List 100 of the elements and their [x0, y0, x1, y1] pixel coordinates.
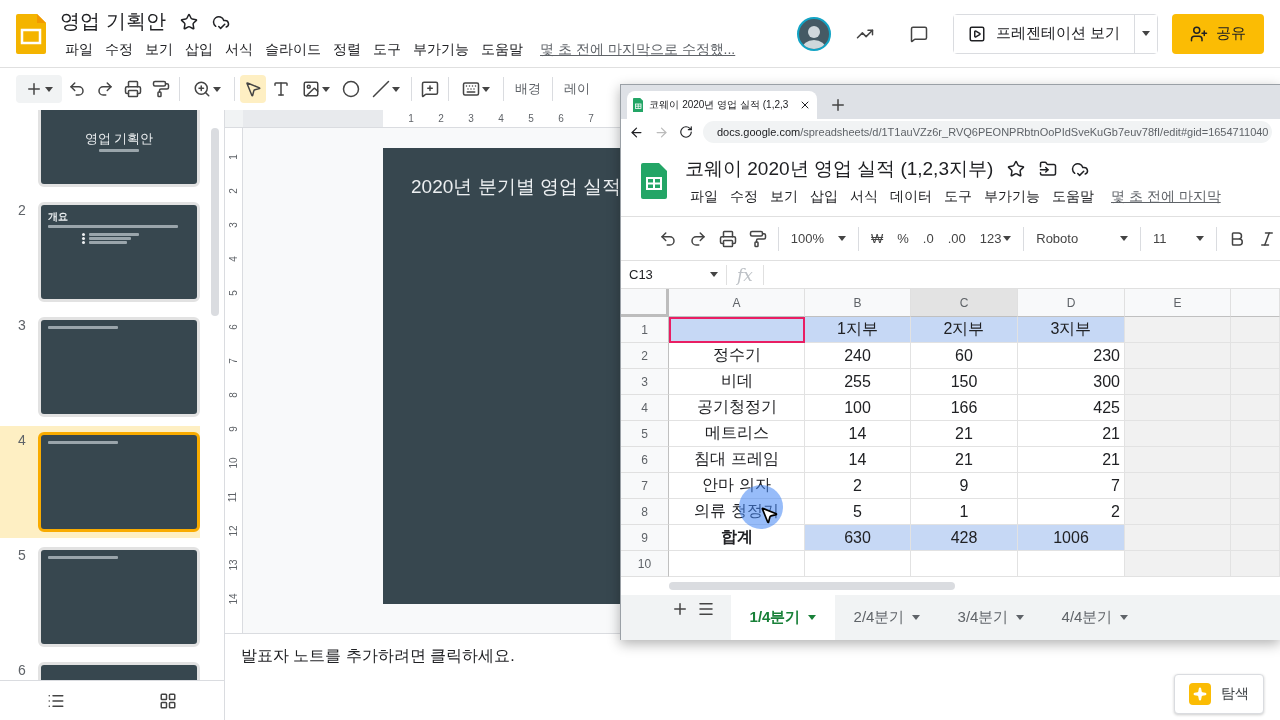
menu-item[interactable]: 수정	[100, 41, 138, 59]
menu-item[interactable]: 삽입	[805, 187, 843, 206]
slide-thumbnail[interactable]	[38, 432, 200, 532]
table-cell[interactable]	[911, 551, 1018, 577]
slide-title[interactable]: 2020년 분기별 영업 실적	[411, 176, 622, 197]
table-cell[interactable]: 공기청정기	[669, 395, 805, 421]
table-cell[interactable]: 630	[805, 525, 911, 551]
slide-thumbnail[interactable]	[38, 547, 200, 647]
table-cell[interactable]	[1125, 499, 1231, 525]
menu-item[interactable]: 부가기능	[979, 187, 1045, 206]
table-cell[interactable]	[1231, 317, 1280, 343]
table-cell[interactable]: 비데	[669, 369, 805, 395]
table-cell[interactable]: 255	[805, 369, 911, 395]
table-cell[interactable]: 60	[911, 343, 1018, 369]
menu-item[interactable]: 부가기능	[408, 41, 474, 59]
menu-item[interactable]: 파일	[60, 41, 98, 59]
slide-thumbnail[interactable]: 영업 기획안	[38, 110, 200, 187]
table-cell[interactable]: 2	[1018, 499, 1125, 525]
sheet-tab[interactable]: 2/4분기	[835, 595, 939, 640]
menu-item[interactable]: 보기	[765, 187, 803, 206]
row-header[interactable]: 6	[621, 447, 669, 473]
column-header[interactable]: B	[805, 289, 911, 317]
number-format-button[interactable]: 123	[974, 224, 1017, 253]
menu-item[interactable]: 서식	[220, 41, 258, 59]
table-cell[interactable]	[1018, 551, 1125, 577]
menu-item[interactable]: 정렬	[328, 41, 366, 59]
table-cell[interactable]	[1125, 525, 1231, 551]
slide-thumbnail[interactable]	[38, 317, 200, 417]
table-cell[interactable]	[1125, 447, 1231, 473]
new-slide-button[interactable]	[16, 75, 62, 103]
scrollbar[interactable]	[669, 582, 955, 590]
table-cell[interactable]: 2지부	[911, 317, 1018, 343]
menu-item[interactable]: 파일	[685, 187, 723, 206]
table-cell[interactable]: 3지부	[1018, 317, 1125, 343]
table-cell[interactable]: 정수기	[669, 343, 805, 369]
table-cell[interactable]: 240	[805, 343, 911, 369]
row-header[interactable]: 4	[621, 395, 669, 421]
increase-decimal-button[interactable]: .00	[942, 224, 971, 253]
table-cell[interactable]: 230	[1018, 343, 1125, 369]
share-button[interactable]: 공유	[1172, 13, 1264, 54]
menu-item[interactable]: 도움말	[476, 41, 528, 59]
table-cell[interactable]	[1125, 317, 1231, 343]
sheet-tab[interactable]: 4/4분기	[1043, 595, 1147, 640]
table-cell[interactable]	[669, 317, 805, 343]
menu-item[interactable]: 도움말	[1047, 187, 1099, 206]
avatar[interactable]	[796, 16, 831, 51]
menu-item[interactable]: 도구	[368, 41, 406, 59]
spreadsheet-title[interactable]: 코웨이 2020년 영업 실적 (1,2,3지부)	[685, 155, 994, 182]
row-header[interactable]: 2	[621, 343, 669, 369]
table-cell[interactable]: 21	[911, 421, 1018, 447]
table-cell[interactable]	[669, 551, 805, 577]
table-cell[interactable]: 150	[911, 369, 1018, 395]
row-header[interactable]: 3	[621, 369, 669, 395]
address-bar[interactable]: docs.google.com/spreadsheets/d/1T1auVZz6r_RVQ6PEONPRbtnOoPIdSveKuGb7euv78fI/edit#gid=1654711040	[703, 121, 1272, 143]
table-cell[interactable]: 합계	[669, 525, 805, 551]
table-cell[interactable]: 침대 프레임	[669, 447, 805, 473]
table-cell[interactable]: 428	[911, 525, 1018, 551]
table-cell[interactable]	[1125, 395, 1231, 421]
row-header[interactable]: 7	[621, 473, 669, 499]
menu-item[interactable]: 도구	[939, 187, 977, 206]
font-size-select[interactable]: 11	[1148, 224, 1210, 253]
percent-button[interactable]: %	[892, 224, 914, 253]
table-cell[interactable]: 21	[1018, 421, 1125, 447]
zoom-select[interactable]: 100%	[785, 224, 852, 253]
table-cell[interactable]	[1125, 369, 1231, 395]
table-cell[interactable]: 5	[805, 499, 911, 525]
name-box[interactable]: C13	[621, 264, 727, 285]
table-cell[interactable]: 1	[911, 499, 1018, 525]
row-header[interactable]: 9	[621, 525, 669, 551]
table-cell[interactable]: 14	[805, 447, 911, 473]
background-button[interactable]: 배경	[509, 80, 547, 98]
column-header[interactable]: C	[911, 289, 1018, 317]
table-cell[interactable]: 300	[1018, 369, 1125, 395]
explore-button[interactable]: 탐색	[1174, 674, 1264, 714]
table-cell[interactable]	[1125, 473, 1231, 499]
row-header[interactable]: 8	[621, 499, 669, 525]
row-header[interactable]: 10	[621, 551, 669, 577]
sheet-tab[interactable]: 3/4분기	[939, 595, 1043, 640]
table-cell[interactable]: 166	[911, 395, 1018, 421]
table-cell[interactable]: 1지부	[805, 317, 911, 343]
column-header[interactable]: D	[1018, 289, 1125, 317]
font-select[interactable]: Roboto	[1031, 224, 1134, 253]
sheet-tab[interactable]: 1/4분기	[731, 595, 835, 640]
menu-item[interactable]: 보기	[140, 41, 178, 59]
menu-item[interactable]: 서식	[845, 187, 883, 206]
table-cell[interactable]	[1125, 421, 1231, 447]
browser-tab[interactable]: 코웨이 2020년 영업 실적 (1,2,3	[627, 91, 817, 119]
menu-item[interactable]: 삽입	[180, 41, 218, 59]
scrollbar[interactable]	[211, 128, 219, 316]
table-cell[interactable]: 7	[1018, 473, 1125, 499]
table-cell[interactable]: 메트리스	[669, 421, 805, 447]
last-edit-link[interactable]: 몇 초 전에 마지막	[1111, 187, 1221, 206]
table-cell[interactable]: 1006	[1018, 525, 1125, 551]
table-cell[interactable]: 21	[1018, 447, 1125, 473]
table-cell[interactable]: 100	[805, 395, 911, 421]
menu-item[interactable]: 데이터	[885, 187, 937, 206]
table-cell[interactable]: 9	[911, 473, 1018, 499]
table-cell[interactable]: 21	[911, 447, 1018, 473]
table-cell[interactable]: 안마 의자	[669, 473, 805, 499]
table-cell[interactable]	[1125, 343, 1231, 369]
